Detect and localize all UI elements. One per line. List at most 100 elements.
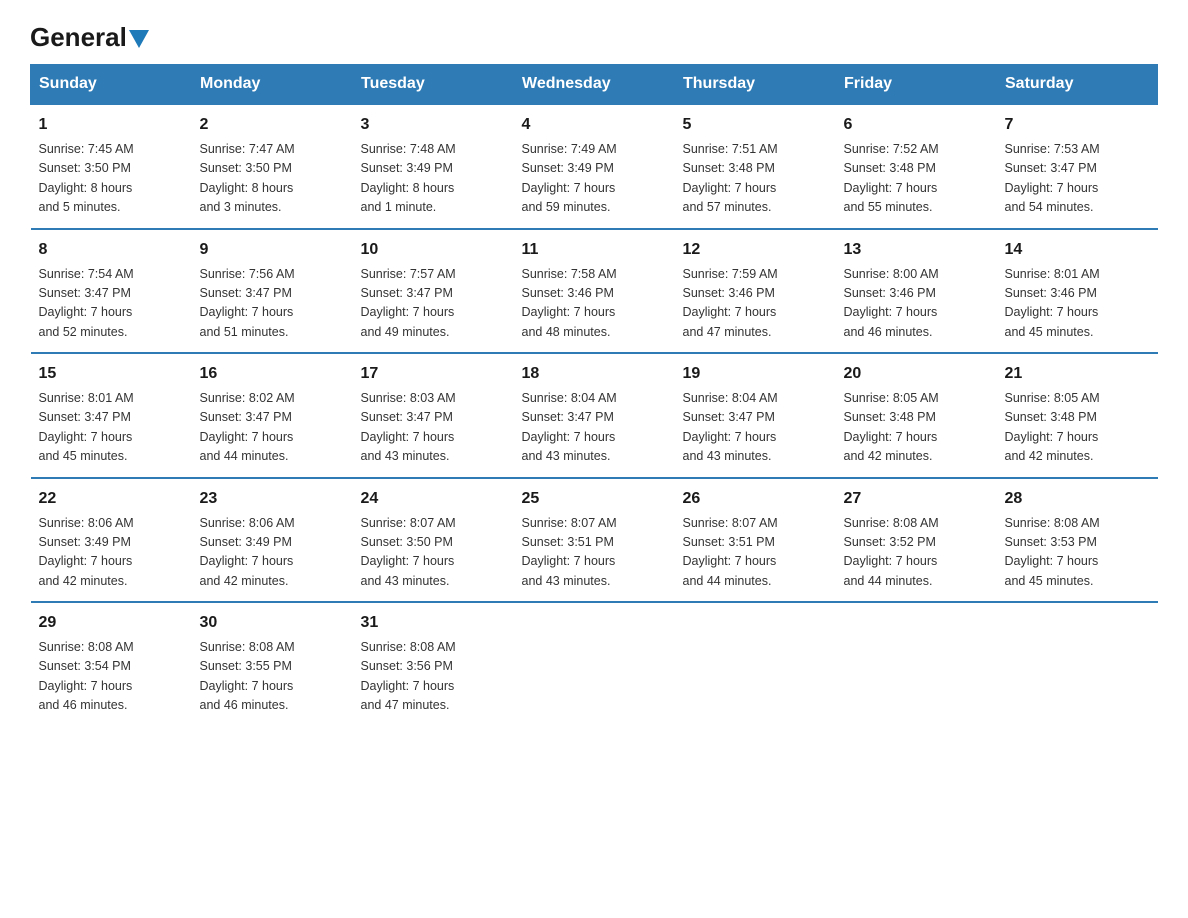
day-info: Sunrise: 7:49 AMSunset: 3:49 PMDaylight:… — [522, 142, 617, 214]
day-cell: 28Sunrise: 8:08 AMSunset: 3:53 PMDayligh… — [997, 478, 1158, 603]
day-info: Sunrise: 7:47 AMSunset: 3:50 PMDaylight:… — [200, 142, 295, 214]
day-cell: 17 Sunrise: 8:03 AMSunset: 3:47 PMDayligh… — [353, 353, 514, 478]
day-number: 20 — [844, 362, 989, 386]
day-info: Sunrise: 7:53 AMSunset: 3:47 PMDaylight:… — [1005, 142, 1100, 214]
day-info: Sunrise: 8:04 AMSunset: 3:47 PMDaylight:… — [683, 391, 778, 463]
day-number: 17 — [361, 362, 506, 386]
day-info: Sunrise: 7:56 AMSunset: 3:47 PMDaylight:… — [200, 267, 295, 339]
week-row-1: 1Sunrise: 7:45 AMSunset: 3:50 PMDaylight… — [31, 104, 1158, 229]
logo-line1: General — [30, 24, 149, 50]
day-number: 4 — [522, 113, 667, 137]
day-cell: 21Sunrise: 8:05 AMSunset: 3:48 PMDayligh… — [997, 353, 1158, 478]
logo-general: General — [30, 22, 127, 52]
day-number: 8 — [39, 238, 184, 262]
day-number: 30 — [200, 611, 345, 635]
day-info: Sunrise: 8:03 AMSunset: 3:47 PMDaylight:… — [361, 391, 456, 463]
day-cell: 4 Sunrise: 7:49 AMSunset: 3:49 PMDaylight… — [514, 104, 675, 229]
calendar-table: SundayMondayTuesdayWednesdayThursdayFrid… — [30, 64, 1158, 726]
day-info: Sunrise: 8:08 AMSunset: 3:52 PMDaylight:… — [844, 516, 939, 588]
day-info: Sunrise: 8:01 AMSunset: 3:46 PMDaylight:… — [1005, 267, 1100, 339]
day-cell: 20 Sunrise: 8:05 AMSunset: 3:48 PMDayligh… — [836, 353, 997, 478]
day-info: Sunrise: 7:48 AMSunset: 3:49 PMDaylight:… — [361, 142, 456, 214]
day-info: Sunrise: 8:06 AMSunset: 3:49 PMDaylight:… — [39, 516, 134, 588]
day-cell: 9 Sunrise: 7:56 AMSunset: 3:47 PMDaylight… — [192, 229, 353, 354]
day-info: Sunrise: 7:52 AMSunset: 3:48 PMDaylight:… — [844, 142, 939, 214]
header-wednesday: Wednesday — [514, 65, 675, 105]
day-number: 10 — [361, 238, 506, 262]
day-cell: 5 Sunrise: 7:51 AMSunset: 3:48 PMDaylight… — [675, 104, 836, 229]
day-number: 27 — [844, 487, 989, 511]
day-cell: 15 Sunrise: 8:01 AMSunset: 3:47 PMDayligh… — [31, 353, 192, 478]
day-number: 25 — [522, 487, 667, 511]
day-cell: 1Sunrise: 7:45 AMSunset: 3:50 PMDaylight… — [31, 104, 192, 229]
day-info: Sunrise: 8:01 AMSunset: 3:47 PMDaylight:… — [39, 391, 134, 463]
day-cell: 25 Sunrise: 8:07 AMSunset: 3:51 PMDayligh… — [514, 478, 675, 603]
logo-triangle-icon — [129, 30, 149, 48]
day-number: 9 — [200, 238, 345, 262]
logo: General — [30, 24, 149, 46]
day-info: Sunrise: 8:04 AMSunset: 3:47 PMDaylight:… — [522, 391, 617, 463]
day-info: Sunrise: 7:58 AMSunset: 3:46 PMDaylight:… — [522, 267, 617, 339]
header-thursday: Thursday — [675, 65, 836, 105]
day-info: Sunrise: 8:06 AMSunset: 3:49 PMDaylight:… — [200, 516, 295, 588]
day-info: Sunrise: 7:51 AMSunset: 3:48 PMDaylight:… — [683, 142, 778, 214]
day-cell: 13 Sunrise: 8:00 AMSunset: 3:46 PMDayligh… — [836, 229, 997, 354]
week-row-4: 22Sunrise: 8:06 AMSunset: 3:49 PMDayligh… — [31, 478, 1158, 603]
day-number: 21 — [1005, 362, 1150, 386]
day-cell: 22Sunrise: 8:06 AMSunset: 3:49 PMDayligh… — [31, 478, 192, 603]
day-info: Sunrise: 8:08 AMSunset: 3:56 PMDaylight:… — [361, 640, 456, 712]
day-info: Sunrise: 8:05 AMSunset: 3:48 PMDaylight:… — [844, 391, 939, 463]
day-number: 13 — [844, 238, 989, 262]
day-cell: 26Sunrise: 8:07 AMSunset: 3:51 PMDayligh… — [675, 478, 836, 603]
day-info: Sunrise: 8:07 AMSunset: 3:51 PMDaylight:… — [683, 516, 778, 588]
day-cell: 23 Sunrise: 8:06 AMSunset: 3:49 PMDayligh… — [192, 478, 353, 603]
day-info: Sunrise: 7:45 AMSunset: 3:50 PMDaylight:… — [39, 142, 134, 214]
day-info: Sunrise: 8:02 AMSunset: 3:47 PMDaylight:… — [200, 391, 295, 463]
day-number: 3 — [361, 113, 506, 137]
day-cell: 24Sunrise: 8:07 AMSunset: 3:50 PMDayligh… — [353, 478, 514, 603]
day-number: 29 — [39, 611, 184, 635]
day-number: 6 — [844, 113, 989, 137]
day-info: Sunrise: 8:07 AMSunset: 3:50 PMDaylight:… — [361, 516, 456, 588]
day-info: Sunrise: 7:57 AMSunset: 3:47 PMDaylight:… — [361, 267, 456, 339]
day-info: Sunrise: 8:08 AMSunset: 3:55 PMDaylight:… — [200, 640, 295, 712]
top-section: General — [30, 24, 1158, 46]
header-saturday: Saturday — [997, 65, 1158, 105]
day-cell: 11Sunrise: 7:58 AMSunset: 3:46 PMDayligh… — [514, 229, 675, 354]
day-info: Sunrise: 8:07 AMSunset: 3:51 PMDaylight:… — [522, 516, 617, 588]
day-cell: 18 Sunrise: 8:04 AMSunset: 3:47 PMDayligh… — [514, 353, 675, 478]
day-number: 28 — [1005, 487, 1150, 511]
header-friday: Friday — [836, 65, 997, 105]
header-monday: Monday — [192, 65, 353, 105]
day-info: Sunrise: 8:00 AMSunset: 3:46 PMDaylight:… — [844, 267, 939, 339]
day-cell: 6 Sunrise: 7:52 AMSunset: 3:48 PMDaylight… — [836, 104, 997, 229]
day-cell: 8Sunrise: 7:54 AMSunset: 3:47 PMDaylight… — [31, 229, 192, 354]
day-number: 19 — [683, 362, 828, 386]
day-cell: 29Sunrise: 8:08 AMSunset: 3:54 PMDayligh… — [31, 602, 192, 726]
day-number: 18 — [522, 362, 667, 386]
header-sunday: Sunday — [31, 65, 192, 105]
week-row-2: 8Sunrise: 7:54 AMSunset: 3:47 PMDaylight… — [31, 229, 1158, 354]
day-cell: 16 Sunrise: 8:02 AMSunset: 3:47 PMDayligh… — [192, 353, 353, 478]
day-cell — [675, 602, 836, 726]
day-cell — [514, 602, 675, 726]
header-row: SundayMondayTuesdayWednesdayThursdayFrid… — [31, 65, 1158, 105]
day-cell — [997, 602, 1158, 726]
day-info: Sunrise: 7:59 AMSunset: 3:46 PMDaylight:… — [683, 267, 778, 339]
week-row-3: 15 Sunrise: 8:01 AMSunset: 3:47 PMDayligh… — [31, 353, 1158, 478]
day-number: 7 — [1005, 113, 1150, 137]
day-cell: 31Sunrise: 8:08 AMSunset: 3:56 PMDayligh… — [353, 602, 514, 726]
day-cell: 2Sunrise: 7:47 AMSunset: 3:50 PMDaylight… — [192, 104, 353, 229]
day-number: 15 — [39, 362, 184, 386]
day-cell: 10 Sunrise: 7:57 AMSunset: 3:47 PMDayligh… — [353, 229, 514, 354]
day-number: 16 — [200, 362, 345, 386]
day-cell: 7 Sunrise: 7:53 AMSunset: 3:47 PMDaylight… — [997, 104, 1158, 229]
day-number: 23 — [200, 487, 345, 511]
day-number: 14 — [1005, 238, 1150, 262]
day-cell: 12 Sunrise: 7:59 AMSunset: 3:46 PMDayligh… — [675, 229, 836, 354]
day-number: 5 — [683, 113, 828, 137]
day-cell: 19 Sunrise: 8:04 AMSunset: 3:47 PMDayligh… — [675, 353, 836, 478]
day-cell: 14 Sunrise: 8:01 AMSunset: 3:46 PMDayligh… — [997, 229, 1158, 354]
day-number: 12 — [683, 238, 828, 262]
day-cell: 30 Sunrise: 8:08 AMSunset: 3:55 PMDayligh… — [192, 602, 353, 726]
